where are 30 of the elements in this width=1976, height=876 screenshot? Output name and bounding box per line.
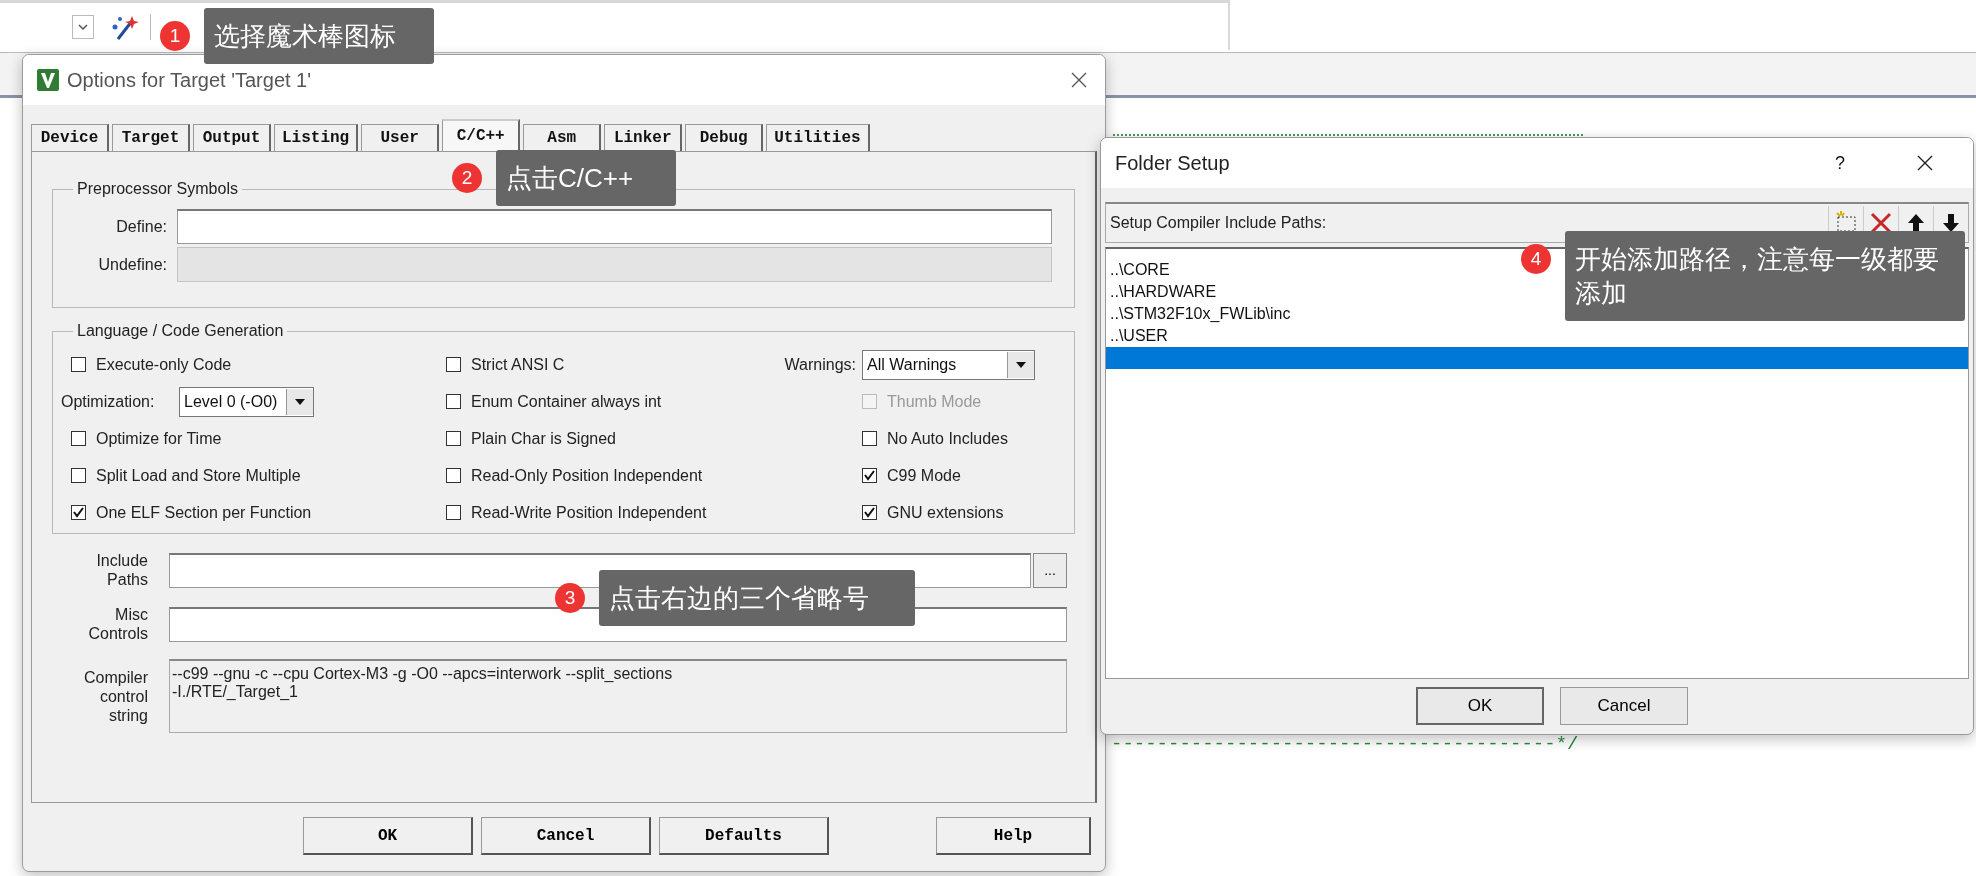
group-title: Preprocessor Symbols — [76, 180, 239, 198]
checkbox-label: Split Load and Store Multiple — [96, 466, 301, 485]
checkbox-label: No Auto Includes — [887, 429, 1008, 448]
field-label: Undefine: — [97, 255, 168, 274]
checkbox-label: Read-Write Position Independent — [471, 503, 707, 522]
checkbox-label: Optimize for Time — [96, 429, 222, 448]
checkbox-label: Plain Char is Signed — [471, 429, 616, 448]
tooltip: 开始添加路径，注意每一级都要添加 — [1565, 231, 1965, 321]
window-title: Folder Setup — [1115, 151, 1230, 175]
checkbox-label: One ELF Section per Function — [96, 503, 312, 522]
field-label: Compiler control string — [83, 667, 148, 725]
window-title: Options for Target 'Target 1' — [67, 68, 312, 92]
field-label: Define: — [115, 217, 168, 236]
code-line: ---------------------------------------*/ — [1111, 733, 1579, 755]
tooltip: 点击右边的三个省略号 — [599, 570, 915, 626]
group-title: Language / Code Generation — [76, 322, 285, 340]
checkbox-label: Read-Only Position Independent — [471, 466, 703, 485]
checkbox-label: Execute-only Code — [96, 355, 232, 374]
checkbox-label: Strict ANSI C — [471, 355, 565, 374]
tooltip: 点击C/C++ — [496, 150, 676, 206]
checkbox-label: Thumb Mode — [887, 392, 982, 411]
field-label: Misc Controls — [87, 605, 148, 643]
checkbox-label: GNU extensions — [887, 503, 1004, 522]
list-title: Setup Compiler Include Paths: — [1110, 214, 1327, 232]
dropdown-label: Warnings: — [783, 355, 857, 374]
dropdown-label: Optimization: — [61, 392, 156, 411]
tooltip: 选择魔术棒图标 — [204, 8, 434, 64]
field-label: Include Paths — [95, 551, 148, 589]
checkbox-label: Enum Container always int — [471, 392, 662, 411]
checkbox-label: C99 Mode — [887, 466, 961, 485]
